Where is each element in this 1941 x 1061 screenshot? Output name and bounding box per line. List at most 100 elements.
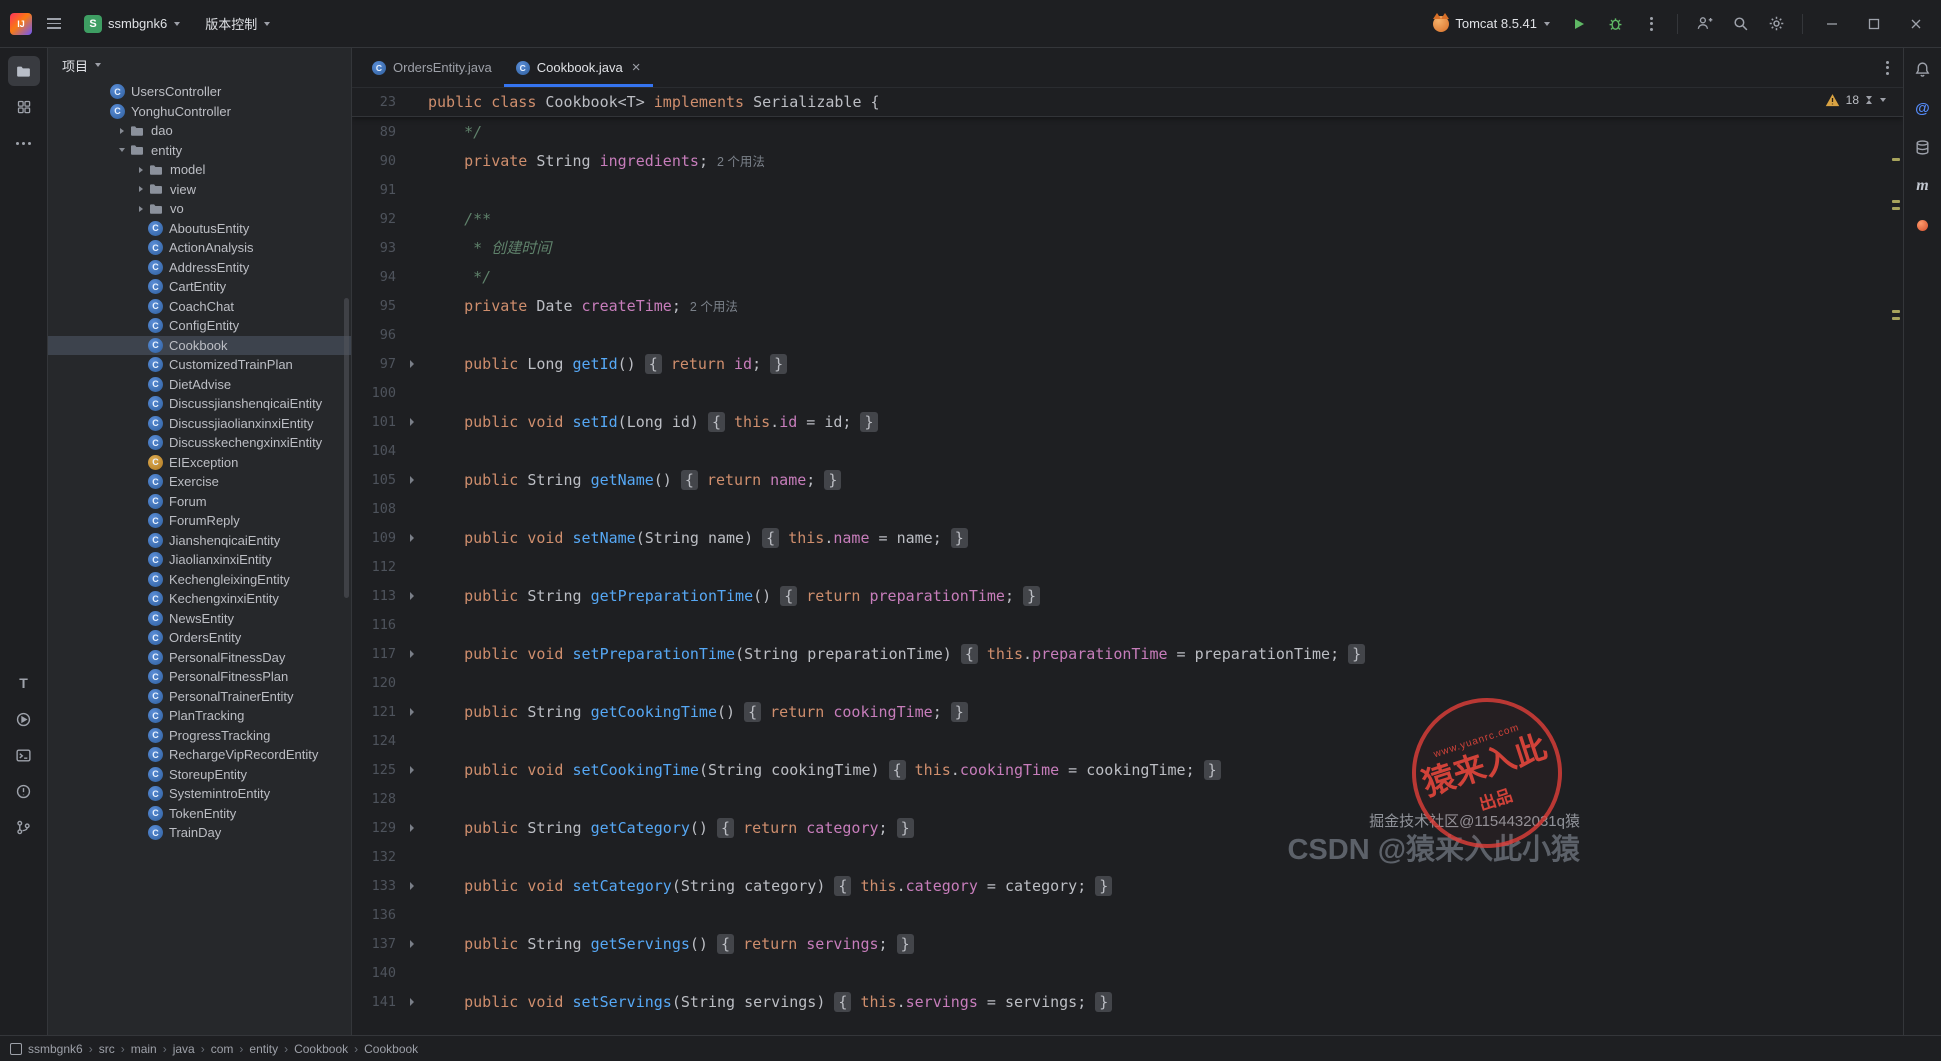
chevron-expanded-icon[interactable]: [115, 143, 129, 157]
tree-item-AboutusEntity[interactable]: C AboutusEntity: [48, 219, 351, 239]
code-line-96[interactable]: 96: [352, 320, 1903, 349]
code-line-116[interactable]: 116: [352, 610, 1903, 639]
tree-item-ForumReply[interactable]: C ForumReply: [48, 511, 351, 531]
breadcrumb-src[interactable]: src: [99, 1042, 115, 1056]
code-line-90[interactable]: 90 private String ingredients; 2 个用法: [352, 146, 1903, 175]
code-line-94[interactable]: 94 */: [352, 262, 1903, 291]
code-line-120[interactable]: 120: [352, 668, 1903, 697]
terminal-tool-window-button[interactable]: [8, 740, 40, 770]
code-area[interactable]: 18 23 public class Cookbook<T> implements…: [352, 88, 1903, 1035]
tree-item-CustomizedTrainPlan[interactable]: C CustomizedTrainPlan: [48, 355, 351, 375]
tree-item-Cookbook[interactable]: C Cookbook: [48, 335, 351, 355]
code-line-113[interactable]: 113 public String getPreparationTime() {…: [352, 581, 1903, 610]
more-tool-windows-button[interactable]: [8, 128, 40, 158]
version-control-tool-window-button[interactable]: [8, 812, 40, 842]
code-line-132[interactable]: 132: [352, 842, 1903, 871]
code-line-104[interactable]: 104: [352, 436, 1903, 465]
tab-Cookbook.java[interactable]: C Cookbook.java ×: [503, 48, 653, 87]
warning-stripe-mark[interactable]: [1892, 200, 1900, 203]
code-line-129[interactable]: 129 public String getCategory() { return…: [352, 813, 1903, 842]
maximize-button[interactable]: [1855, 7, 1893, 41]
code-line-128[interactable]: 128: [352, 784, 1903, 813]
breadcrumb-main[interactable]: main: [131, 1042, 157, 1056]
problems-tool-window-button[interactable]: [8, 776, 40, 806]
breadcrumb-Cookbook[interactable]: Cookbook: [364, 1042, 418, 1056]
fold-arrow-icon[interactable]: [396, 881, 428, 890]
code-line-100[interactable]: 100: [352, 378, 1903, 407]
close-button[interactable]: [1897, 7, 1935, 41]
tree-item-NewsEntity[interactable]: C NewsEntity: [48, 609, 351, 629]
run-configuration[interactable]: Tomcat 8.5.41: [1425, 9, 1559, 39]
tree-item-vo[interactable]: vo: [48, 199, 351, 219]
code-line-97[interactable]: 97 public Long getId() { return id; }: [352, 349, 1903, 378]
code-line-121[interactable]: 121 public String getCookingTime() { ret…: [352, 697, 1903, 726]
tree-item-KechengxinxiEntity[interactable]: C KechengxinxiEntity: [48, 589, 351, 609]
sticky-code-line-23[interactable]: 23 public class Cookbook<T> implements Se…: [352, 88, 1903, 117]
code-line-141[interactable]: 141 public void setServings(String servi…: [352, 987, 1903, 1016]
code-line-140[interactable]: 140: [352, 958, 1903, 987]
code-line-117[interactable]: 117 public void setPreparationTime(Strin…: [352, 639, 1903, 668]
code-with-me-button[interactable]: [1688, 9, 1720, 39]
minimize-button[interactable]: [1813, 7, 1851, 41]
ai-assistant-button[interactable]: @: [1910, 95, 1936, 121]
fold-arrow-icon[interactable]: [396, 417, 428, 426]
tree-item-KechengleixingEntity[interactable]: C KechengleixingEntity: [48, 570, 351, 590]
tree-item-PersonalFitnessPlan[interactable]: C PersonalFitnessPlan: [48, 667, 351, 687]
code-line-137[interactable]: 137 public String getServings() { return…: [352, 929, 1903, 958]
warning-stripe-mark[interactable]: [1892, 310, 1900, 313]
code-line-91[interactable]: 91: [352, 175, 1903, 204]
fold-arrow-icon[interactable]: [396, 591, 428, 600]
tree-item-PersonalFitnessDay[interactable]: C PersonalFitnessDay: [48, 648, 351, 668]
vcs-widget[interactable]: 版本控制: [197, 9, 279, 39]
tree-scrollbar[interactable]: [344, 298, 349, 598]
tree-item-entity[interactable]: entity: [48, 141, 351, 161]
code-line-101[interactable]: 101 public void setId(Long id) { this.id…: [352, 407, 1903, 436]
tree-item-ConfigEntity[interactable]: C ConfigEntity: [48, 316, 351, 336]
services-tool-window-button[interactable]: [8, 704, 40, 734]
tree-item-JianshenqicaiEntity[interactable]: C JianshenqicaiEntity: [48, 531, 351, 551]
fold-arrow-icon[interactable]: [396, 475, 428, 484]
tree-item-model[interactable]: model: [48, 160, 351, 180]
warning-stripe-mark[interactable]: [1892, 207, 1900, 210]
warning-stripe-mark[interactable]: [1892, 158, 1900, 161]
run-button[interactable]: [1563, 9, 1595, 39]
chevron-down-icon[interactable]: [1879, 96, 1887, 104]
tree-item-CoachChat[interactable]: C CoachChat: [48, 297, 351, 317]
fold-arrow-icon[interactable]: [396, 939, 428, 948]
translation-tool-button[interactable]: T: [8, 668, 40, 698]
chevron-collapsed-icon[interactable]: [134, 182, 148, 196]
tree-item-AddressEntity[interactable]: C AddressEntity: [48, 258, 351, 278]
tree-item-ProgressTracking[interactable]: C ProgressTracking: [48, 726, 351, 746]
notifications-button[interactable]: [1910, 56, 1936, 82]
tree-item-OrdersEntity[interactable]: C OrdersEntity: [48, 628, 351, 648]
structure-tool-window-button[interactable]: [8, 92, 40, 122]
tab-OrdersEntity.java[interactable]: C OrdersEntity.java: [360, 48, 504, 87]
fold-arrow-icon[interactable]: [396, 823, 428, 832]
code-line-124[interactable]: 124: [352, 726, 1903, 755]
tree-item-UsersController[interactable]: C UsersController: [48, 82, 351, 102]
tree-item-TrainDay[interactable]: C TrainDay: [48, 823, 351, 843]
tree-item-DietAdvise[interactable]: C DietAdvise: [48, 375, 351, 395]
settings-button[interactable]: [1760, 9, 1792, 39]
inspections-widget[interactable]: 18: [1825, 93, 1887, 107]
tree-item-dao[interactable]: dao: [48, 121, 351, 141]
code-line-125[interactable]: 125 public void setCookingTime(String co…: [352, 755, 1903, 784]
fold-arrow-icon[interactable]: [396, 765, 428, 774]
more-actions-button[interactable]: [1635, 9, 1667, 39]
fold-arrow-icon[interactable]: [396, 707, 428, 716]
tree-item-DiscussjiaolianxinxiEntity[interactable]: C DiscussjiaolianxinxiEntity: [48, 414, 351, 434]
code-line-93[interactable]: 93 * 创建时间: [352, 233, 1903, 262]
fold-arrow-icon[interactable]: [396, 997, 428, 1006]
breadcrumb-Cookbook[interactable]: Cookbook: [294, 1042, 348, 1056]
breadcrumb-ssmbgnk6[interactable]: ssmbgnk6: [28, 1042, 83, 1056]
chevron-up-icon[interactable]: [1865, 96, 1873, 104]
tree-item-CartEntity[interactable]: C CartEntity: [48, 277, 351, 297]
tree-item-DiscusskechengxinxiEntity[interactable]: C DiscusskechengxinxiEntity: [48, 433, 351, 453]
search-everywhere-button[interactable]: [1724, 9, 1756, 39]
tree-item-TokenEntity[interactable]: C TokenEntity: [48, 804, 351, 824]
tree-item-StoreupEntity[interactable]: C StoreupEntity: [48, 765, 351, 785]
breadcrumb-com[interactable]: com: [211, 1042, 234, 1056]
database-tool-window-button[interactable]: [1910, 134, 1936, 160]
debug-button[interactable]: [1599, 9, 1631, 39]
main-menu-icon[interactable]: [40, 10, 68, 38]
